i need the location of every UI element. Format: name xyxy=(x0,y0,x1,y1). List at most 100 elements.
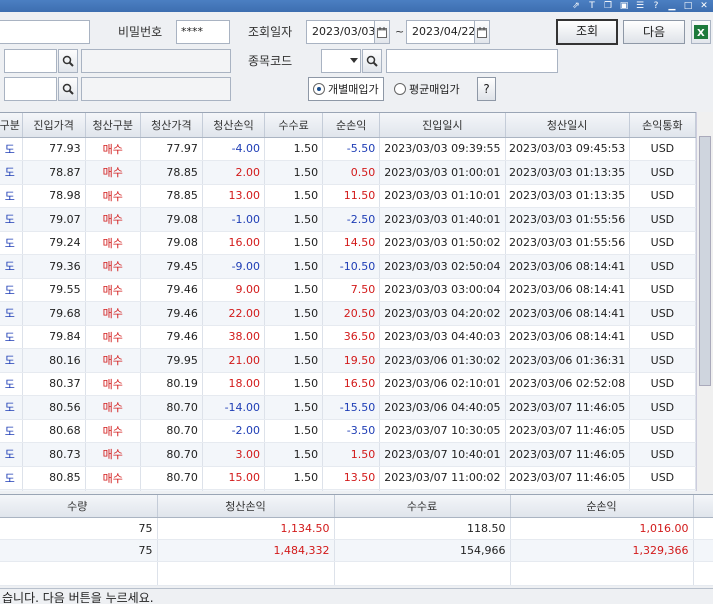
table-row[interactable]: 도 78.87 매수 78.85 2.00 1.50 0.50 2023/03/03 01:0… xyxy=(0,160,697,185)
column-header[interactable]: 순손익 xyxy=(322,113,381,138)
table-cell: 도 xyxy=(0,254,23,279)
table-cell: 매수 xyxy=(85,442,141,467)
table-row[interactable]: 도 78.98 매수 78.85 13.00 1.50 11.50 2023/03/03 01… xyxy=(0,184,697,208)
table-cell: USD xyxy=(629,137,697,161)
column-header[interactable]: 수수료 xyxy=(264,113,324,138)
table-cell: 도 xyxy=(0,184,23,208)
table-cell: 2023/03/07 10:40:01 xyxy=(379,442,506,467)
table-row[interactable]: 도 80.73 매수 80.70 3.00 1.50 1.50 2023/03/07 10:4… xyxy=(0,442,697,467)
account-field[interactable] xyxy=(0,20,90,44)
table-cell: USD xyxy=(629,395,697,420)
table-row[interactable]: 도 79.36 매수 79.45 -9.00 1.50 -10.50 2023/03/03 0… xyxy=(0,254,697,279)
table-row[interactable]: 도 80.56 매수 80.70 -14.00 1.50 -15.50 2023/03/06 … xyxy=(0,395,697,420)
chevron-down-icon[interactable] xyxy=(350,58,358,63)
help-icon[interactable]: ? xyxy=(651,0,661,12)
column-header[interactable]: 진입가격 xyxy=(22,113,86,138)
table-header-row: 구분 진입가격 청산구분 청산가격 청산손익 수수료 순손익 진입일시 청산일시 손익통화 xyxy=(0,113,697,138)
next-button[interactable]: 다음 xyxy=(623,20,685,44)
table-cell: 9.00 xyxy=(202,278,266,302)
filter-panel: 비밀번호 **** 조회일자 2023/03/03 ~ 2023/04/22 조… xyxy=(0,12,713,112)
copy-icon[interactable]: ❐ xyxy=(603,0,613,12)
search-icon[interactable] xyxy=(58,77,78,101)
table-row[interactable]: 도 80.68 매수 80.70 -2.00 1.50 -3.50 2023/03/07 10… xyxy=(0,419,697,443)
radio-individual[interactable]: 개별매입가 xyxy=(308,77,384,101)
radio-dot[interactable] xyxy=(394,83,406,95)
list-icon[interactable]: ☰ xyxy=(635,0,645,12)
font-icon[interactable]: T xyxy=(587,0,597,12)
table-cell: 도 xyxy=(0,372,23,396)
table-cell: 2023/03/03 01:13:35 xyxy=(505,160,630,185)
radio-average[interactable]: 평균매입가 xyxy=(394,77,460,101)
svg-text:X: X xyxy=(697,28,705,39)
date-to-input[interactable]: 2023/04/22 xyxy=(406,20,476,44)
calendar-icon[interactable] xyxy=(474,20,490,44)
table-cell: USD xyxy=(629,489,697,491)
filter-field-1[interactable] xyxy=(4,49,57,73)
table-cell: USD xyxy=(629,419,697,443)
table-cell: 38.00 xyxy=(202,325,266,349)
table-cell: 도 xyxy=(0,207,23,232)
summary-row: 75 1,484,332 154,966 1,329,366 xyxy=(0,539,713,562)
radio-individual-label: 개별매입가 xyxy=(328,83,379,96)
table-cell: 80.56 xyxy=(22,395,86,420)
filter-field-2[interactable] xyxy=(4,77,57,101)
table-cell: USD xyxy=(629,348,697,373)
window-titlebar: ⇗ T ❐ ▣ ☰ ? ▁ □ ✕ xyxy=(0,0,713,12)
table-cell: 7.50 xyxy=(322,278,381,302)
column-header[interactable]: 손익통화 xyxy=(629,113,697,138)
table-row[interactable]: 도 79.68 매수 79.46 22.00 1.50 20.50 2023/03/03 04… xyxy=(0,301,697,326)
table-row[interactable]: 도 77.93 매수 77.97 -4.00 1.50 -5.50 2023/03/03 09… xyxy=(0,137,697,161)
table-row[interactable]: 도 80.16 매수 79.95 21.00 1.50 19.50 2023/03/06 01… xyxy=(0,348,697,373)
column-header[interactable]: 청산손익 xyxy=(202,113,266,138)
minimize-icon[interactable]: ▁ xyxy=(667,0,677,12)
calendar-icon[interactable] xyxy=(374,20,390,44)
table-cell: 79.95 xyxy=(140,348,203,373)
table-cell: 2023/03/07 11:46:05 xyxy=(505,489,630,491)
table-cell: 16.00 xyxy=(202,231,266,255)
table-cell: USD xyxy=(629,372,697,396)
query-button[interactable]: 조회 xyxy=(556,19,618,45)
table-row[interactable]: 도 79.84 매수 79.46 38.00 1.50 36.50 2023/03/03 04… xyxy=(0,325,697,349)
scroll-thumb[interactable] xyxy=(699,136,711,386)
column-header[interactable]: 청산가격 xyxy=(140,113,203,138)
table-row[interactable]: 도80.90매수80.7020.001.5018.502023/03/07 11… xyxy=(0,489,697,491)
help-button[interactable]: ? xyxy=(477,77,496,101)
table-row[interactable]: 도 80.85 매수 80.70 15.00 1.50 13.50 2023/03/07 11… xyxy=(0,466,697,490)
summary-cell: 1,016.00 xyxy=(510,517,694,540)
table-cell: 79.84 xyxy=(22,325,86,349)
column-header[interactable]: 청산구분 xyxy=(85,113,141,138)
table-cell: 19.50 xyxy=(322,348,381,373)
maximize-icon[interactable]: □ xyxy=(683,0,693,12)
excel-icon[interactable]: X xyxy=(691,20,711,44)
table-cell: 2023/03/03 01:00:01 xyxy=(379,160,506,185)
summary-empty-cell xyxy=(693,561,713,586)
table-cell: 79.24 xyxy=(22,231,86,255)
lock-icon[interactable]: ▣ xyxy=(619,0,629,12)
table-cell: 매수 xyxy=(85,137,141,161)
column-header[interactable]: 청산일시 xyxy=(505,113,630,138)
table-cell: 77.93 xyxy=(22,137,86,161)
table-cell: 도 xyxy=(0,301,23,326)
table-row[interactable]: 도 79.07 매수 79.08 -1.00 1.50 -2.50 2023/03/03 01… xyxy=(0,207,697,232)
table-row[interactable]: 도 80.37 매수 80.19 18.00 1.50 16.50 2023/03/06 02… xyxy=(0,372,697,396)
summary-header-filler xyxy=(693,495,713,518)
column-header[interactable]: 구분 xyxy=(0,113,23,138)
table-cell: 79.68 xyxy=(22,301,86,326)
table-cell: 2023/03/07 11:46:05 xyxy=(505,395,630,420)
close-icon[interactable]: ✕ xyxy=(699,0,709,12)
column-header[interactable]: 진입일시 xyxy=(379,113,506,138)
search-icon[interactable] xyxy=(58,49,78,73)
vertical-scrollbar[interactable] xyxy=(696,112,713,491)
search-icon[interactable] xyxy=(362,49,382,73)
password-input[interactable]: **** xyxy=(176,20,230,44)
date-from-input[interactable]: 2023/03/03 xyxy=(306,20,376,44)
table-row[interactable]: 도 79.24 매수 79.08 16.00 1.50 14.50 2023/03/03 01… xyxy=(0,231,697,255)
table-cell: 매수 xyxy=(85,419,141,443)
table-cell: 매수 xyxy=(85,395,141,420)
table-cell: 1.50 xyxy=(264,137,324,161)
radio-dot-selected[interactable] xyxy=(313,83,325,95)
table-cell: 1.50 xyxy=(264,184,324,208)
code-label: 종목코드 xyxy=(248,54,293,68)
table-row[interactable]: 도 79.55 매수 79.46 9.00 1.50 7.50 2023/03/03 03:0… xyxy=(0,278,697,302)
link-icon[interactable]: ⇗ xyxy=(571,0,581,12)
